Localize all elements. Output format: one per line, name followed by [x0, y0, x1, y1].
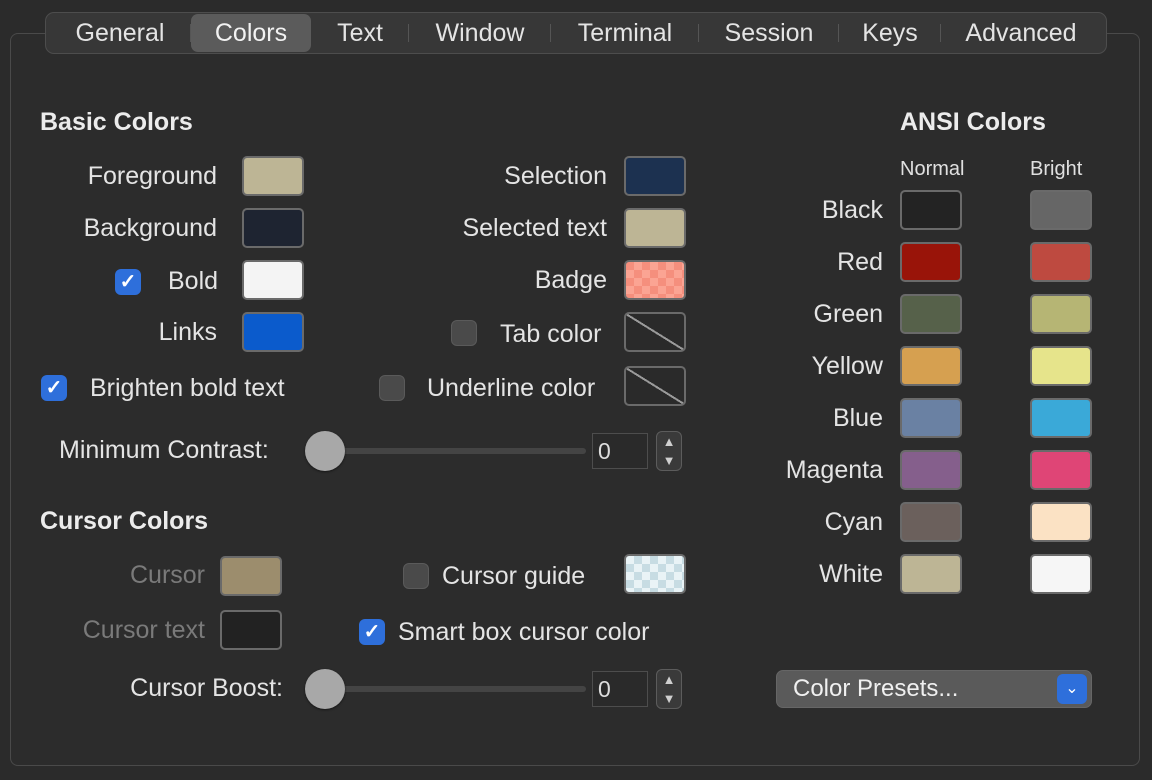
smart-box-cursor-label: Smart box cursor color: [398, 618, 650, 646]
cursor-boost-stepper[interactable]: ▲ ▼: [656, 669, 682, 709]
tab-general[interactable]: General: [49, 14, 191, 52]
stepper-up-icon[interactable]: ▲: [657, 432, 681, 451]
ansi-normal-cyan-well[interactable]: [900, 502, 962, 542]
badge-label: Badge: [534, 266, 607, 294]
ansi-normal-green-well[interactable]: [900, 294, 962, 334]
bold-checkbox[interactable]: ✓: [115, 269, 141, 295]
cursor-guide-color-well[interactable]: [624, 554, 686, 594]
smart-box-cursor-checkbox[interactable]: ✓: [359, 619, 385, 645]
min-contrast-field[interactable]: 0: [592, 433, 648, 469]
foreground-label: Foreground: [87, 162, 217, 190]
ansi-normal-white-well[interactable]: [900, 554, 962, 594]
min-contrast-stepper[interactable]: ▲ ▼: [656, 431, 682, 471]
ansi-bright-green-well[interactable]: [1030, 294, 1092, 334]
underline-color-label: Underline color: [427, 374, 596, 402]
ansi-normal-red-well[interactable]: [900, 242, 962, 282]
badge-color-well[interactable]: [624, 260, 686, 300]
tab-color-label: Tab color: [500, 320, 602, 348]
ansi-normal-blue-well[interactable]: [900, 398, 962, 438]
ansi-label-red: Red: [837, 248, 883, 276]
links-color-well[interactable]: [242, 312, 304, 352]
tab-bar: General Colors Text Window Terminal Sess…: [45, 12, 1107, 54]
ansi-normal-black-well[interactable]: [900, 190, 962, 230]
selection-color-well[interactable]: [624, 156, 686, 196]
ansi-label-yellow: Yellow: [811, 352, 883, 380]
ansi-bright-blue-well[interactable]: [1030, 398, 1092, 438]
selected-text-label: Selected text: [462, 214, 607, 242]
underline-color-checkbox[interactable]: [379, 375, 405, 401]
basic-colors-title: Basic Colors: [40, 108, 193, 136]
ansi-normal-header: Normal: [900, 158, 965, 180]
bold-color-well[interactable]: [242, 260, 304, 300]
ansi-bright-red-well[interactable]: [1030, 242, 1092, 282]
cursor-boost-slider-knob[interactable]: [305, 669, 345, 709]
ansi-bright-white-well[interactable]: [1030, 554, 1092, 594]
ansi-bright-header: Bright: [1030, 158, 1083, 180]
underline-color-well[interactable]: [624, 366, 686, 406]
cursor-label: Cursor: [129, 561, 205, 589]
cursor-boost-field[interactable]: 0: [592, 671, 648, 707]
ansi-label-white: White: [819, 560, 883, 588]
ansi-label-cyan: Cyan: [824, 508, 883, 536]
min-contrast-slider-track[interactable]: [318, 448, 586, 454]
stepper-down-icon[interactable]: ▼: [657, 451, 681, 470]
cursor-text-label: Cursor text: [82, 616, 205, 644]
cursor-colors-title: Cursor Colors: [40, 507, 209, 535]
stepper-up-icon[interactable]: ▲: [657, 670, 681, 689]
cursor-color-well[interactable]: [220, 556, 282, 596]
ansi-colors-title: ANSI Colors: [900, 108, 1046, 136]
cursor-boost-slider-track[interactable]: [318, 686, 586, 692]
background-label: Background: [83, 214, 217, 242]
cursor-boost-label: Cursor Boost:: [130, 674, 283, 702]
tab-color-well[interactable]: [624, 312, 686, 352]
tab-session[interactable]: Session: [699, 14, 839, 52]
tab-terminal[interactable]: Terminal: [551, 14, 699, 52]
tab-color-checkbox[interactable]: [451, 320, 477, 346]
cursor-text-color-well[interactable]: [220, 610, 282, 650]
min-contrast-label: Minimum Contrast:: [59, 436, 269, 464]
links-label: Links: [158, 318, 217, 346]
bold-label: Bold: [168, 267, 219, 295]
min-contrast-slider-knob[interactable]: [305, 431, 345, 471]
ansi-label-black: Black: [821, 196, 883, 224]
tab-colors[interactable]: Colors: [191, 14, 311, 52]
ansi-label-magenta: Magenta: [785, 456, 883, 484]
selected-text-color-well[interactable]: [624, 208, 686, 248]
color-presets-label: Color Presets...: [793, 675, 959, 702]
ansi-normal-magenta-well[interactable]: [900, 450, 962, 490]
ansi-bright-cyan-well[interactable]: [1030, 502, 1092, 542]
chevron-down-icon: ⌄: [1057, 674, 1087, 704]
cursor-guide-label: Cursor guide: [442, 562, 586, 590]
brighten-bold-label: Brighten bold text: [90, 374, 285, 402]
background-color-well[interactable]: [242, 208, 304, 248]
ansi-bright-magenta-well[interactable]: [1030, 450, 1092, 490]
selection-label: Selection: [504, 162, 607, 190]
brighten-bold-checkbox[interactable]: ✓: [41, 375, 67, 401]
tab-text[interactable]: Text: [311, 14, 409, 52]
ansi-normal-yellow-well[interactable]: [900, 346, 962, 386]
ansi-bright-yellow-well[interactable]: [1030, 346, 1092, 386]
ansi-label-blue: Blue: [832, 404, 883, 432]
stepper-down-icon[interactable]: ▼: [657, 689, 681, 708]
ansi-label-green: Green: [813, 300, 883, 328]
foreground-color-well[interactable]: [242, 156, 304, 196]
cursor-guide-checkbox[interactable]: [403, 563, 429, 589]
tab-keys[interactable]: Keys: [839, 14, 941, 52]
tab-advanced[interactable]: Advanced: [941, 14, 1101, 52]
ansi-bright-black-well[interactable]: [1030, 190, 1092, 230]
color-presets-popup[interactable]: Color Presets... ⌄: [776, 670, 1092, 708]
tab-window[interactable]: Window: [409, 14, 551, 52]
